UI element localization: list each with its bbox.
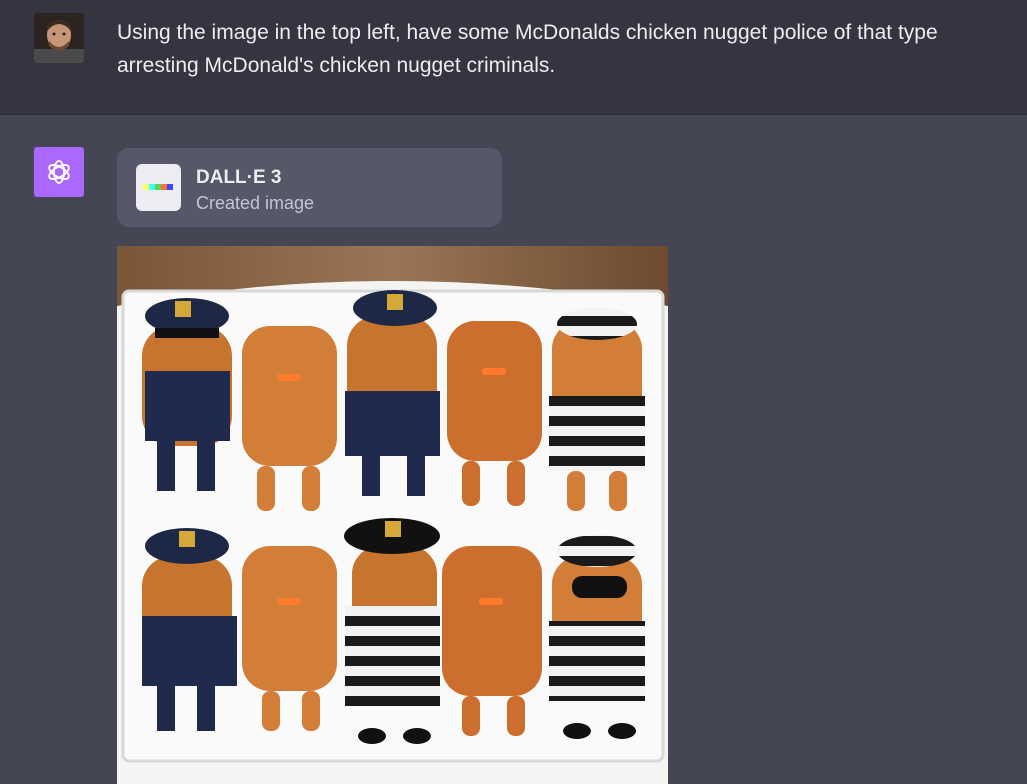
assistant-message-row: DALL·E 3 Created image — [0, 115, 1027, 784]
dalle-icon — [136, 164, 181, 211]
dalle-tool-card[interactable]: DALL·E 3 Created image — [117, 148, 502, 227]
generated-image[interactable] — [117, 246, 668, 784]
tool-status: Created image — [196, 193, 315, 213]
tool-name: DALL·E 3 — [196, 167, 282, 188]
user-message-row: Using the image in the top left, have so… — [0, 0, 1027, 115]
user-avatar — [34, 13, 84, 63]
chatgpt-logo-icon — [34, 147, 84, 197]
user-message-text: Using the image in the top left, have so… — [117, 21, 938, 77]
